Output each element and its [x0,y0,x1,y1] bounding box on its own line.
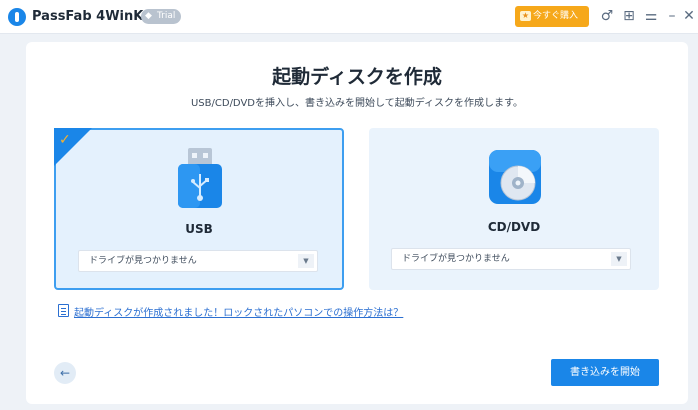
usb-label: USB [185,222,213,236]
chevron-down-icon: ▼ [611,252,627,266]
app-logo-icon [8,8,26,26]
cd-dvd-drive-select[interactable]: ドライブが見つかりません ▼ [391,248,631,270]
list-icon[interactable]: ⊞ [620,7,638,25]
cd-dvd-drive-select-value: ドライブが見つかりません [402,254,510,264]
usb-drive-icon [178,148,222,208]
cd-dvd-icon [489,150,541,204]
gender-male-icon[interactable]: ♂ [598,7,616,25]
cd-dvd-label: CD/DVD [487,220,541,234]
back-button[interactable]: ← [54,362,76,384]
trial-badge: Trial [141,9,182,24]
buy-now-label: 今すぐ購入 [533,11,579,21]
page-subtitle: USB/CD/DVDを挿入し、書き込みを開始して起動ディスクを作成します。 [190,98,523,109]
help-link[interactable]: 起動ディスクが作成されました！ロックされたパソコンでの操作方法は？ [58,304,403,319]
minimize-icon[interactable]: – [663,7,681,25]
chevron-down-icon: ▼ [298,254,314,268]
usb-drive-select-value: ドライブが見つかりません [89,256,197,266]
help-link-text: 起動ディスクが作成されました！ロックされたパソコンでの操作方法は？ [74,308,404,319]
close-icon[interactable]: ✕ [680,7,698,25]
checkmark-icon: ✓ [59,132,71,148]
start-burn-button[interactable]: 書き込みを開始 [551,359,659,386]
main-panel: 起動ディスクを作成 USB/CD/DVDを挿入し、書き込みを開始して起動ディスク… [26,42,688,404]
settings-icon[interactable]: ⚌ [642,7,660,25]
document-icon [58,304,69,317]
usb-option-card[interactable]: ✓ USB ドライブが見つかりません ▼ [54,128,344,290]
usb-drive-select[interactable]: ドライブが見つかりません ▼ [78,250,318,272]
title-bar: PassFab 4WinKey Trial ★ 今すぐ購入 ♂ ⊞ ⚌ – ✕ [0,0,698,34]
page-title: 起動ディスクを作成 [272,66,442,88]
buy-now-button[interactable]: ★ 今すぐ購入 [515,6,589,27]
cart-icon: ★ [520,11,531,21]
cd-dvd-option-card[interactable]: CD/DVD ドライブが見つかりません ▼ [369,128,659,290]
